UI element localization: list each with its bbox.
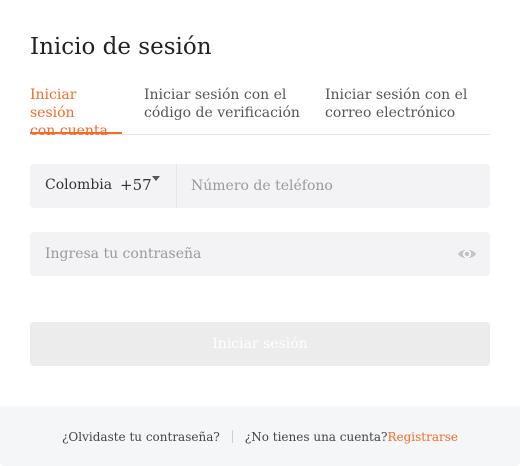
- dialog-title: Inicio de sesión: [30, 34, 212, 60]
- password-field-row: [30, 232, 490, 276]
- tab-email-login-line2: correo electrónico: [325, 105, 456, 121]
- tab-verification-code-login[interactable]: Iniciar sesión con el código de verifica…: [144, 86, 309, 122]
- tab-verification-code-line2: código de verificación: [144, 105, 300, 121]
- register-link[interactable]: Registrarse: [387, 430, 458, 444]
- dialog-footer: ¿Olvidaste tu contraseña? ¿No tienes una …: [0, 406, 520, 466]
- country-dial-code: +57: [120, 176, 152, 194]
- eye-icon-svg: [458, 249, 476, 259]
- tab-verification-code-line1: Iniciar sesión con el: [144, 87, 287, 103]
- forgot-password-link[interactable]: ¿Olvidaste tu contraseña?: [62, 430, 220, 444]
- country-name: Colombia: [45, 177, 113, 193]
- eye-icon[interactable]: [457, 245, 477, 263]
- tab-email-login[interactable]: Iniciar sesión con el correo electrónico: [325, 86, 490, 122]
- login-method-tabs: Iniciar sesión con cuenta Iniciar sesión…: [30, 86, 490, 139]
- footer-divider: [231, 430, 233, 443]
- sign-in-button[interactable]: Iniciar sesión: [30, 322, 490, 366]
- phone-number-input[interactable]: [191, 164, 481, 208]
- active-tab-indicator: [30, 132, 122, 134]
- no-account-text: ¿No tienes una cuenta?: [244, 430, 388, 444]
- caret-down-icon: [152, 176, 160, 181]
- tab-account-login-line1: Iniciar sesión: [30, 87, 77, 121]
- password-input[interactable]: [45, 232, 445, 276]
- country-code-select[interactable]: Colombia +57: [30, 164, 176, 208]
- tab-email-login-line1: Iniciar sesión con el: [325, 87, 468, 103]
- phone-input-wrap: [177, 164, 490, 208]
- footer-links: ¿Olvidaste tu contraseña? ¿No tienes una …: [0, 429, 520, 445]
- login-dialog: Inicio de sesión Iniciar sesión con cuen…: [0, 0, 520, 466]
- tab-account-login-line2: con cuenta: [30, 123, 108, 139]
- phone-field-row: Colombia +57: [30, 164, 490, 208]
